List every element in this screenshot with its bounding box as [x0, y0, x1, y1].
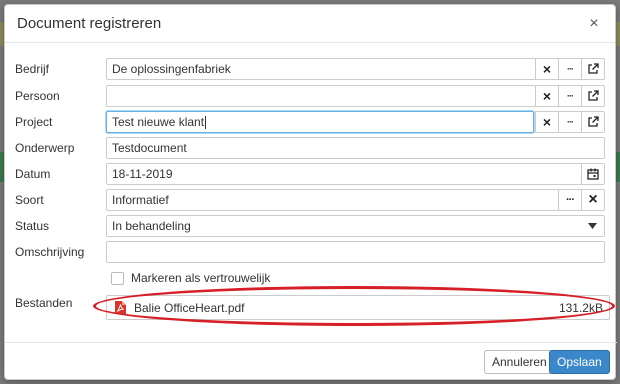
form-row-status: Status In behandeling: [5, 215, 617, 237]
document-register-dialog: Document registreren × Bedrijf De oploss…: [4, 4, 617, 381]
file-name-link[interactable]: Balie OfficeHeart.pdf: [134, 301, 559, 315]
status-select[interactable]: In behandeling: [106, 215, 605, 237]
omschrijving-input[interactable]: [106, 241, 605, 263]
more-project-button[interactable]: ···: [558, 111, 582, 133]
close-icon: ×: [542, 61, 552, 77]
dialog-title: Document registreren: [17, 15, 162, 32]
more-persoon-button[interactable]: ···: [558, 85, 582, 107]
file-list: Balie OfficeHeart.pdf 131.2kB: [106, 295, 610, 320]
persoon-input[interactable]: [106, 85, 536, 107]
clear-persoon-button[interactable]: ×: [535, 85, 559, 107]
bedrijf-input[interactable]: De oplossingenfabriek: [106, 58, 536, 80]
close-icon: ×: [588, 191, 598, 208]
label-bedrijf: Bedrijf: [15, 62, 50, 76]
form-row-vertrouwelijk: Markeren als vertrouwelijk: [5, 269, 617, 291]
label-status: Status: [15, 219, 50, 233]
project-input[interactable]: Test nieuwe klant: [106, 111, 534, 133]
label-project: Project: [15, 115, 53, 129]
external-link-icon: [587, 63, 599, 75]
label-persoon: Persoon: [15, 89, 60, 103]
calendar-icon: [587, 168, 599, 180]
close-icon[interactable]: ×: [585, 15, 603, 33]
form-row-bedrijf: Bedrijf De oplossingenfabriek × ···: [5, 58, 617, 80]
label-bestanden: Bestanden: [15, 296, 73, 310]
ellipsis-icon: ···: [567, 64, 574, 74]
label-omschrijving: Omschrijving: [15, 245, 85, 259]
external-link-icon: [587, 116, 599, 128]
form-row-persoon: Persoon × ···: [5, 85, 617, 107]
form-row-project: Project Test nieuwe klant × ···: [5, 111, 617, 133]
label-onderwerp: Onderwerp: [15, 141, 75, 155]
cancel-button[interactable]: Annuleren: [484, 350, 555, 374]
soort-input[interactable]: Informatief: [106, 189, 559, 211]
onderwerp-input[interactable]: Testdocument: [106, 137, 605, 159]
label-datum: Datum: [15, 167, 51, 181]
ellipsis-icon: ···: [567, 91, 574, 101]
dialog-header: Document registreren ×: [5, 5, 615, 43]
clear-soort-button[interactable]: ×: [581, 189, 605, 211]
clear-project-button[interactable]: ×: [535, 111, 559, 133]
form-row-omschrijving: Omschrijving: [5, 241, 617, 263]
pdf-file-icon: [115, 301, 126, 314]
label-soort: Soort: [15, 193, 44, 207]
datum-input[interactable]: 18-11-2019: [106, 163, 582, 185]
status-select-value: In behandeling: [112, 219, 191, 233]
form-row-bestanden: Bestanden Balie OfficeHeart.pdf 131.2kB: [5, 295, 617, 321]
form-row-datum: Datum 18-11-2019: [5, 163, 617, 185]
vertrouwelijk-label[interactable]: Markeren als vertrouwelijk: [131, 271, 270, 285]
save-button[interactable]: Opslaan: [549, 350, 610, 374]
form-row-soort: Soort Informatief ··· ×: [5, 189, 617, 211]
external-link-icon: [587, 90, 599, 102]
ellipsis-icon: ···: [567, 117, 574, 127]
open-persoon-button[interactable]: [581, 85, 605, 107]
ellipsis-icon: ···: [566, 194, 575, 206]
form-row-onderwerp: Onderwerp Testdocument: [5, 137, 617, 159]
project-input-value: Test nieuwe klant: [112, 115, 205, 129]
close-icon: ×: [542, 88, 552, 104]
clear-bedrijf-button[interactable]: ×: [535, 58, 559, 80]
close-icon: ×: [542, 114, 552, 130]
text-caret: [205, 116, 207, 130]
vertrouwelijk-checkbox[interactable]: [111, 272, 124, 285]
datepicker-button[interactable]: [581, 163, 605, 185]
open-bedrijf-button[interactable]: [581, 58, 605, 80]
chevron-down-icon: [588, 223, 597, 229]
more-soort-button[interactable]: ···: [558, 189, 582, 211]
file-size: 131.2kB: [558, 300, 603, 315]
more-bedrijf-button[interactable]: ···: [558, 58, 582, 80]
dialog-footer: Annuleren Opslaan: [5, 342, 617, 381]
open-project-button[interactable]: [581, 111, 605, 133]
